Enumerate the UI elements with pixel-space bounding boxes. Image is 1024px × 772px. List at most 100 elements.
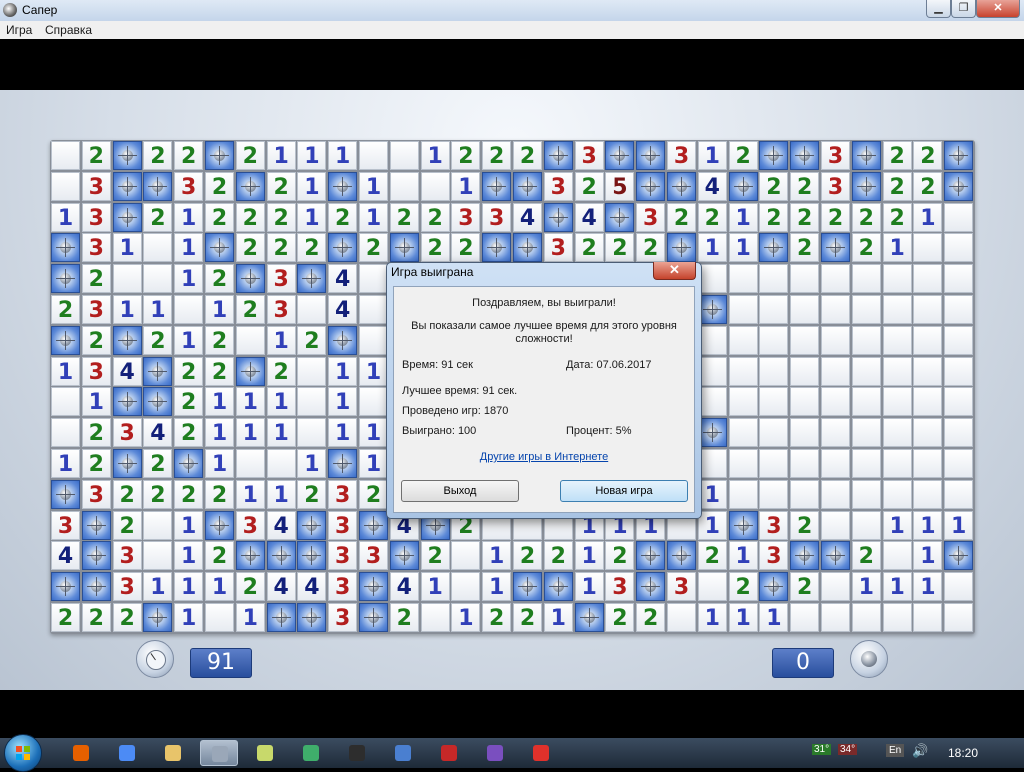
mine-cell[interactable] — [235, 541, 265, 571]
number-cell[interactable]: 2 — [143, 141, 173, 170]
number-cell[interactable]: 1 — [728, 603, 758, 632]
number-cell[interactable]: 4 — [266, 510, 296, 540]
number-cell[interactable]: 4 — [328, 264, 358, 294]
number-cell[interactable]: 2 — [174, 479, 204, 509]
number-cell[interactable]: 2 — [913, 171, 943, 201]
empty-cell[interactable] — [944, 479, 974, 509]
number-cell[interactable]: 1 — [174, 202, 204, 232]
empty-cell[interactable] — [697, 572, 727, 602]
mine-cell[interactable] — [636, 171, 666, 201]
mine-cell[interactable] — [482, 233, 512, 263]
mine-cell[interactable] — [636, 572, 666, 602]
taskbar-button[interactable] — [292, 740, 330, 766]
empty-cell[interactable] — [759, 479, 789, 509]
number-cell[interactable]: 2 — [420, 202, 450, 232]
language-indicator[interactable]: En — [886, 744, 905, 757]
empty-cell[interactable] — [913, 325, 943, 355]
mine-cell[interactable] — [359, 603, 388, 632]
number-cell[interactable]: 1 — [913, 202, 943, 232]
empty-cell[interactable] — [359, 141, 388, 170]
number-cell[interactable]: 3 — [235, 510, 265, 540]
number-cell[interactable]: 1 — [728, 233, 758, 263]
empty-cell[interactable] — [882, 295, 912, 324]
number-cell[interactable]: 1 — [205, 387, 234, 417]
empty-cell[interactable] — [759, 449, 789, 478]
number-cell[interactable]: 1 — [174, 325, 204, 355]
empty-cell[interactable] — [697, 264, 727, 294]
number-cell[interactable]: 1 — [112, 233, 142, 263]
number-cell[interactable]: 2 — [205, 325, 234, 355]
empty-cell[interactable] — [112, 264, 142, 294]
minimize-button[interactable]: ▁ — [926, 0, 951, 18]
empty-cell[interactable] — [944, 233, 974, 263]
mine-cell[interactable] — [328, 171, 358, 201]
empty-cell[interactable] — [143, 233, 173, 263]
mine-cell[interactable] — [205, 141, 234, 170]
empty-cell[interactable] — [851, 295, 881, 324]
empty-cell[interactable] — [451, 541, 481, 571]
empty-cell[interactable] — [235, 449, 265, 478]
number-cell[interactable]: 2 — [266, 356, 296, 386]
mine-cell[interactable] — [389, 233, 419, 263]
number-cell[interactable]: 1 — [174, 233, 204, 263]
mine-cell[interactable] — [543, 572, 573, 602]
number-cell[interactable]: 2 — [790, 233, 820, 263]
empty-cell[interactable] — [882, 479, 912, 509]
empty-cell[interactable] — [882, 356, 912, 386]
number-cell[interactable]: 2 — [790, 171, 820, 201]
empty-cell[interactable] — [297, 295, 327, 324]
number-cell[interactable]: 1 — [759, 603, 789, 632]
empty-cell[interactable] — [821, 418, 850, 448]
number-cell[interactable]: 1 — [328, 387, 358, 417]
number-cell[interactable]: 4 — [328, 295, 358, 324]
number-cell[interactable]: 2 — [297, 233, 327, 263]
empty-cell[interactable] — [389, 171, 419, 201]
taskbar-button[interactable] — [246, 740, 284, 766]
close-window-button[interactable]: ✕ — [976, 0, 1020, 18]
number-cell[interactable]: 1 — [297, 202, 327, 232]
empty-cell[interactable] — [51, 171, 80, 201]
number-cell[interactable]: 1 — [882, 510, 912, 540]
empty-cell[interactable] — [790, 295, 820, 324]
mine-cell[interactable] — [697, 295, 727, 324]
number-cell[interactable]: 1 — [574, 572, 604, 602]
empty-cell[interactable] — [882, 603, 912, 632]
empty-cell[interactable] — [944, 264, 974, 294]
number-cell[interactable]: 2 — [205, 356, 234, 386]
mine-cell[interactable] — [297, 603, 327, 632]
empty-cell[interactable] — [790, 387, 820, 417]
empty-cell[interactable] — [944, 356, 974, 386]
empty-cell[interactable] — [882, 264, 912, 294]
number-cell[interactable]: 2 — [174, 356, 204, 386]
start-button[interactable] — [4, 734, 42, 772]
number-cell[interactable]: 1 — [697, 603, 727, 632]
empty-cell[interactable] — [697, 449, 727, 478]
empty-cell[interactable] — [697, 356, 727, 386]
number-cell[interactable]: 3 — [81, 295, 111, 324]
empty-cell[interactable] — [51, 387, 80, 417]
new-game-button[interactable]: Новая игра — [560, 480, 688, 502]
number-cell[interactable]: 3 — [112, 418, 142, 448]
number-cell[interactable]: 3 — [81, 171, 111, 201]
mine-cell[interactable] — [389, 541, 419, 571]
number-cell[interactable]: 2 — [205, 479, 234, 509]
empty-cell[interactable] — [821, 325, 850, 355]
number-cell[interactable]: 3 — [266, 264, 296, 294]
number-cell[interactable]: 3 — [112, 541, 142, 571]
number-cell[interactable]: 2 — [143, 325, 173, 355]
number-cell[interactable]: 2 — [297, 479, 327, 509]
number-cell[interactable]: 2 — [605, 603, 635, 632]
number-cell[interactable]: 2 — [420, 233, 450, 263]
number-cell[interactable]: 2 — [574, 171, 604, 201]
number-cell[interactable]: 1 — [266, 325, 296, 355]
mine-cell[interactable] — [112, 202, 142, 232]
number-cell[interactable]: 3 — [667, 572, 696, 602]
number-cell[interactable]: 1 — [174, 572, 204, 602]
number-cell[interactable]: 2 — [821, 202, 850, 232]
mine-cell[interactable] — [143, 603, 173, 632]
empty-cell[interactable] — [944, 603, 974, 632]
number-cell[interactable]: 2 — [790, 510, 820, 540]
number-cell[interactable]: 1 — [328, 141, 358, 170]
empty-cell[interactable] — [944, 202, 974, 232]
window-titlebar[interactable]: Сапер ▁ ❐ ✕ — [0, 0, 1024, 21]
